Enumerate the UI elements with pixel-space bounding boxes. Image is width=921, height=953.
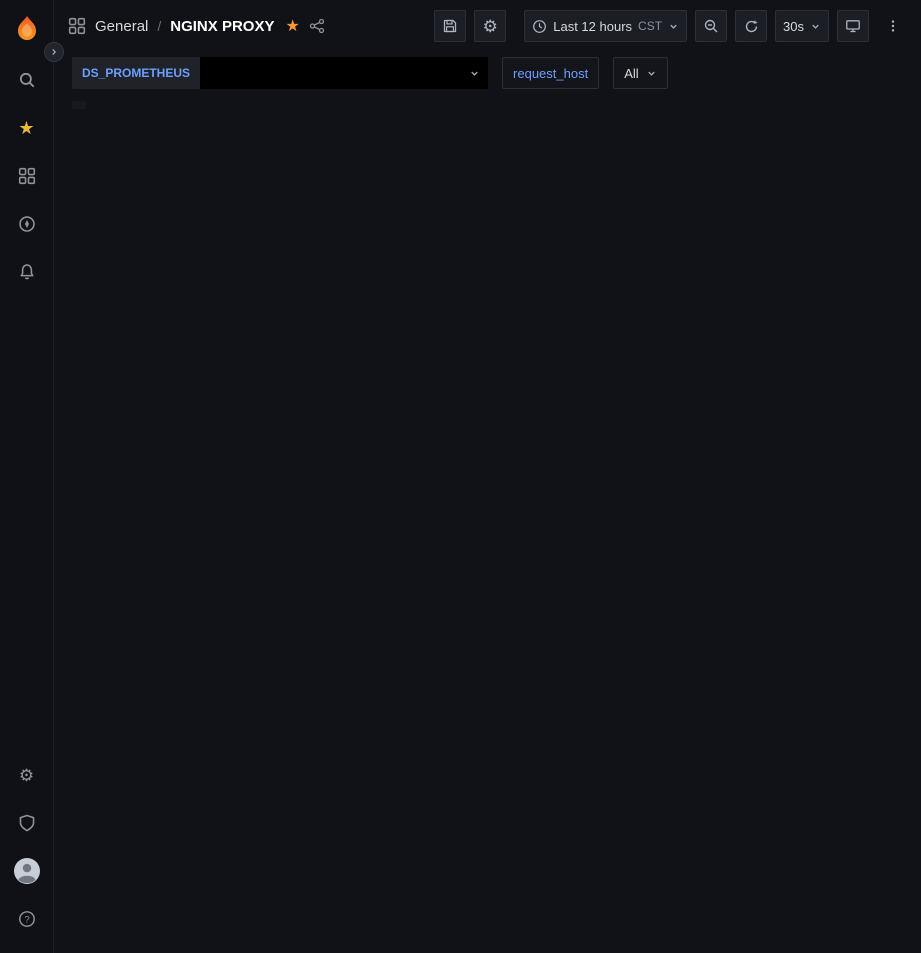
sidebar-starred-button[interactable]: ★: [9, 110, 45, 146]
dashboard-body: 1xx - 3xx - 2xx Status Code ............…: [54, 94, 87, 109]
save-dashboard-button[interactable]: [434, 10, 466, 42]
sidebar-explore-button[interactable]: [9, 206, 45, 242]
breadcrumb-separator: /: [157, 18, 161, 34]
grafana-flame-icon: [12, 14, 42, 44]
sidebar-server-admin-button[interactable]: [9, 805, 45, 841]
datasource-select[interactable]: [200, 57, 488, 89]
request-host-select[interactable]: All: [613, 57, 667, 89]
sidebar-search-button[interactable]: [9, 62, 45, 98]
clock-icon: [532, 19, 547, 34]
dashboard-settings-button[interactable]: ⚙: [474, 10, 506, 42]
sidebar-user-button[interactable]: [9, 853, 45, 889]
dashboard-toolbar: ⚙ Last 12 hours CST: [434, 10, 909, 42]
breadcrumb-folder[interactable]: General: [95, 18, 148, 35]
main-area: General / NGINX PROXY ★ ⚙: [54, 0, 921, 953]
user-avatar: [14, 858, 40, 884]
dashboard-title: NGINX PROXY: [170, 18, 274, 35]
chevron-down-icon: [646, 68, 657, 79]
tv-mode-button[interactable]: [837, 10, 869, 42]
breadcrumb: General / NGINX PROXY ★: [68, 16, 325, 36]
datasource-variable: DS_PROMETHEUS: [72, 57, 488, 89]
gear-icon: ⚙: [483, 18, 498, 35]
sidebar-dashboards-button[interactable]: [9, 158, 45, 194]
zoom-out-time-button[interactable]: [695, 10, 727, 42]
zoom-out-icon: [703, 18, 719, 34]
sidebar-help-button[interactable]: ?: [9, 901, 45, 937]
more-options-button[interactable]: [877, 10, 909, 42]
kebab-menu-icon: [886, 18, 900, 34]
dashboard-icon: [68, 17, 86, 35]
time-range-label: Last 12 hours: [553, 19, 632, 34]
refresh-button[interactable]: [735, 10, 767, 42]
refresh-interval-picker[interactable]: 30s: [775, 10, 829, 42]
star-icon: ★: [18, 118, 34, 139]
apps-grid-icon: [18, 167, 36, 185]
save-icon: [442, 18, 458, 34]
favorite-star-icon[interactable]: ★: [285, 16, 299, 36]
monitor-icon: [845, 18, 861, 34]
sidebar: ★ ⚙: [0, 0, 54, 953]
request-host-variable-label[interactable]: request_host: [502, 57, 599, 89]
compass-icon: [18, 215, 36, 233]
chevron-down-icon: [668, 21, 679, 32]
dashboard-submenu: DS_PROMETHEUS request_host All: [54, 52, 921, 94]
bell-icon: [18, 263, 36, 281]
help-icon: ?: [18, 910, 36, 928]
timezone-label: CST: [638, 19, 662, 33]
refresh-icon: [744, 19, 759, 34]
datasource-variable-label: DS_PROMETHEUS: [72, 57, 200, 89]
sidebar-bottom-group: ⚙ ?: [9, 751, 45, 943]
refresh-interval-label: 30s: [783, 19, 804, 34]
share-icon[interactable]: [309, 18, 325, 34]
shield-icon: [18, 814, 36, 832]
grafana-logo[interactable]: [10, 12, 44, 46]
request-host-value: All: [624, 66, 638, 81]
time-range-picker[interactable]: Last 12 hours CST: [524, 10, 687, 42]
row-1xx-3xx-2xx[interactable]: 1xx - 3xx - 2xx Status Code ............…: [72, 101, 86, 109]
sidebar-expand-button[interactable]: [44, 42, 64, 62]
chevron-down-icon: [469, 68, 480, 79]
chevron-right-icon: [49, 47, 59, 57]
sidebar-configuration-button[interactable]: ⚙: [9, 757, 45, 793]
chevron-down-icon: [810, 21, 821, 32]
sidebar-alerting-button[interactable]: [9, 254, 45, 290]
search-icon: [18, 71, 36, 89]
top-nav: General / NGINX PROXY ★ ⚙: [54, 0, 921, 52]
gear-icon: ⚙: [19, 767, 34, 784]
svg-text:?: ?: [24, 914, 29, 925]
